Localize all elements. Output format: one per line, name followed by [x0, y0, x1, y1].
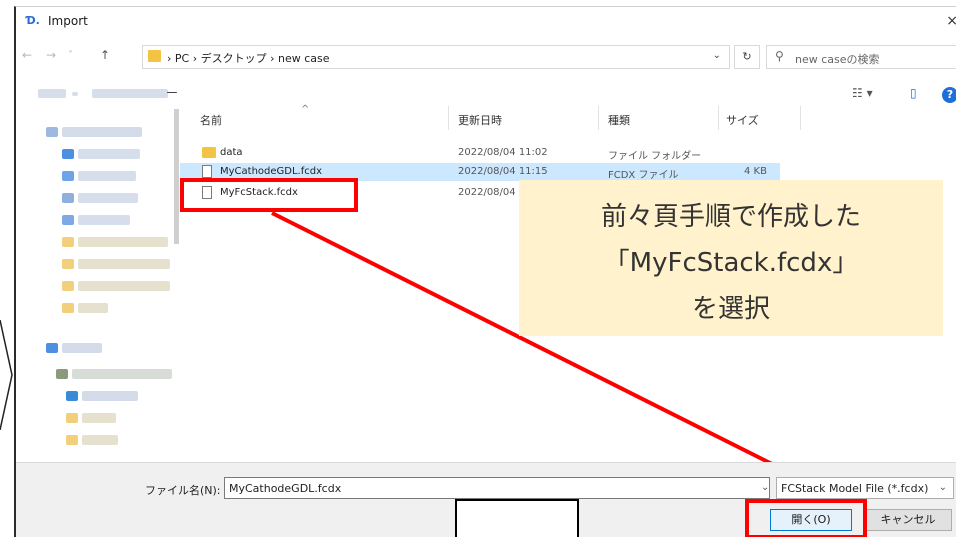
- file-modified: 2022/08/04 11:02: [458, 147, 548, 158]
- navigation-pane: [16, 107, 178, 465]
- sidebar-item[interactable]: [78, 237, 168, 247]
- sidebar-item[interactable]: [78, 193, 138, 203]
- back-arrow-icon[interactable]: ←: [22, 48, 32, 62]
- column-divider[interactable]: [800, 106, 801, 130]
- address-bar[interactable]: › PC › デスクトップ › new case ⌄: [142, 45, 730, 69]
- instruction-callout: 前々頁手順で作成した 「MyFcStack.fcdx」 を選択: [519, 180, 943, 336]
- callout-line-2: 「MyFcStack.fcdx」: [603, 248, 859, 278]
- sidebar-item[interactable]: [78, 149, 140, 159]
- chevron-down-icon[interactable]: ⌄: [761, 482, 769, 493]
- cancel-button[interactable]: キャンセル: [864, 509, 952, 531]
- sidebar-item[interactable]: [78, 303, 108, 313]
- sort-ascending-icon[interactable]: ^: [301, 104, 309, 115]
- quick-access-icon: [46, 127, 58, 137]
- folder-icon: [148, 50, 161, 62]
- file-type-select[interactable]: FCStack Model File (*.fcdx) ⌄: [776, 477, 954, 499]
- search-input[interactable]: ⚲ new caseの検索: [766, 45, 956, 69]
- search-icon: ⚲: [775, 49, 784, 63]
- chevron-down-icon[interactable]: ⌄: [939, 482, 947, 493]
- file-icon: [202, 165, 212, 178]
- column-header-modified[interactable]: 更新日時: [458, 112, 502, 128]
- file-type: ファイル フォルダー: [608, 151, 702, 162]
- close-icon[interactable]: ×: [946, 13, 956, 29]
- breadcrumb[interactable]: › PC › デスクトップ › new case: [167, 50, 330, 66]
- sidebar-item[interactable]: [82, 413, 116, 423]
- forward-arrow-icon[interactable]: →: [46, 48, 56, 62]
- column-divider[interactable]: [718, 106, 719, 130]
- file-modified: 2022/08/04: [458, 187, 516, 198]
- new-folder-suffix: ー: [166, 86, 179, 100]
- desktop-icon: [62, 149, 74, 159]
- highlight-box-open: [745, 499, 867, 537]
- organize-button[interactable]: [38, 89, 66, 98]
- view-options-icon[interactable]: ☷ ▾: [852, 86, 873, 100]
- navigation-bar: ← → ˅ ↑ › PC › デスクトップ › new case ⌄ ↻ ⚲ n…: [16, 43, 956, 71]
- column-divider[interactable]: [598, 106, 599, 130]
- title-bar: Ɗ. Import ×: [16, 7, 956, 35]
- sidebar-item[interactable]: [82, 435, 118, 445]
- file-type: FCDX ファイル: [608, 170, 679, 181]
- refresh-button[interactable]: ↻: [734, 45, 760, 69]
- help-icon[interactable]: ?: [942, 87, 956, 103]
- pc-icon: [66, 391, 78, 401]
- folder-icon: [62, 281, 74, 291]
- sidebar-item[interactable]: [78, 259, 170, 269]
- new-folder-button[interactable]: [92, 89, 168, 98]
- folder-icon: [66, 435, 78, 445]
- column-header-name[interactable]: 名前: [200, 112, 222, 128]
- app-icon: Ɗ.: [26, 14, 40, 27]
- onedrive-icon: [46, 343, 58, 353]
- command-bar: ー ☷ ▾ ▯ ?: [16, 83, 956, 107]
- file-name: data: [220, 147, 243, 158]
- up-arrow-icon[interactable]: ↑: [100, 48, 110, 62]
- folder-icon: [62, 303, 74, 313]
- download-icon: [62, 171, 74, 181]
- column-divider[interactable]: [448, 106, 449, 130]
- file-row-data[interactable]: data 2022/08/04 11:02 ファイル フォルダー: [180, 144, 780, 162]
- highlight-box-file: [180, 178, 358, 212]
- filename-value: MyCathodeGDL.fcdx: [229, 482, 342, 495]
- file-size: 4 KB: [744, 166, 767, 177]
- filename-input[interactable]: MyCathodeGDL.fcdx ⌄: [224, 477, 770, 499]
- chevron-right-icon: [0, 320, 13, 430]
- folder-icon: [202, 147, 216, 158]
- search-placeholder: new caseの検索: [795, 53, 880, 66]
- sidebar-item[interactable]: [62, 127, 142, 137]
- sidebar-item[interactable]: [78, 281, 170, 291]
- column-header-size[interactable]: サイズ: [726, 112, 759, 128]
- filename-label: ファイル名(N):: [145, 484, 221, 497]
- folder-icon: [66, 413, 78, 423]
- column-header-type[interactable]: 種類: [608, 112, 630, 128]
- picture-icon: [62, 215, 74, 225]
- document-icon: [62, 193, 74, 203]
- preview-pane-icon[interactable]: ▯: [910, 86, 917, 100]
- callout-line-3: を選択: [691, 294, 770, 324]
- user-icon: [56, 369, 68, 379]
- file-type-value: FCStack Model File (*.fcdx): [781, 482, 929, 495]
- sidebar-item[interactable]: [72, 369, 172, 379]
- recent-dropdown-icon[interactable]: ˅: [68, 50, 73, 61]
- overlay-frame: [455, 499, 579, 537]
- sidebar-item[interactable]: [62, 343, 102, 353]
- callout-line-1: 前々頁手順で作成した: [600, 202, 861, 232]
- sidebar-item[interactable]: [78, 215, 130, 225]
- sidebar-item[interactable]: [82, 391, 138, 401]
- file-modified: 2022/08/04 11:15: [458, 166, 548, 177]
- folder-icon: [62, 237, 74, 247]
- window-title: Import: [48, 14, 88, 28]
- folder-icon: [62, 259, 74, 269]
- chevron-down-icon[interactable]: ⌄: [713, 50, 721, 61]
- sidebar-item[interactable]: [78, 171, 136, 181]
- file-name: MyCathodeGDL.fcdx: [220, 166, 323, 177]
- sidebar-scrollbar[interactable]: [174, 109, 179, 244]
- organize-dropdown[interactable]: [72, 92, 78, 96]
